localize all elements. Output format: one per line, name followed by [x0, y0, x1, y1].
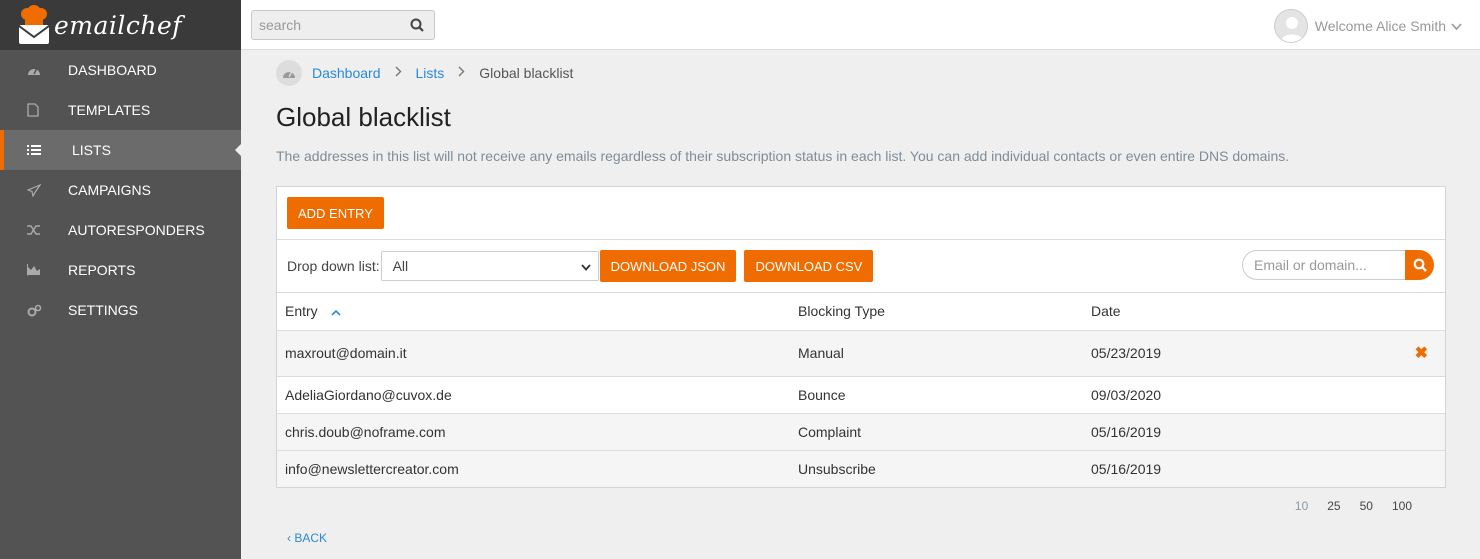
list-filter-select[interactable]: All — [380, 251, 599, 281]
sidebar-item-autoresponders[interactable]: AUTORESPONDERS — [0, 210, 241, 250]
cell-blocking-type: Unsubscribe — [790, 450, 1083, 487]
page-size-25[interactable]: 25 — [1327, 499, 1340, 513]
sort-ascending-icon[interactable] — [331, 303, 341, 319]
welcome-text: Welcome Alice Smith — [1314, 18, 1446, 34]
chevron-right-icon — [458, 66, 465, 80]
avatar — [1273, 9, 1308, 43]
panel-toolbar: Drop down list: All DOWNLOAD JSON DOWNLO… — [277, 240, 1445, 293]
page-description: The addresses in this list will not rece… — [276, 148, 1290, 164]
logo[interactable]: emailchef — [0, 0, 241, 50]
back-link[interactable]: ‹ BACK — [287, 531, 327, 545]
dashboard-home-icon[interactable] — [276, 60, 302, 86]
chevron-down-icon — [1451, 18, 1462, 34]
gears-icon — [0, 304, 68, 317]
back-label: BACK — [294, 531, 328, 545]
sidebar-item-campaigns[interactable]: CAMPAIGNS — [0, 170, 241, 210]
blacklist-panel: ADD ENTRY Drop down list: All DOWNLOAD J… — [276, 186, 1446, 488]
cell-actions — [1383, 413, 1445, 451]
sidebar-item-label: AUTORESPONDERS — [68, 222, 205, 238]
sidebar-item-label: DASHBOARD — [68, 62, 157, 78]
column-entry[interactable]: Entry — [277, 293, 790, 331]
page-size-selector: 10 25 50 100 — [1276, 499, 1412, 513]
sidebar-item-settings[interactable]: SETTINGS — [0, 290, 241, 330]
column-blocking-type[interactable]: Blocking Type — [790, 293, 1083, 331]
search-input[interactable] — [252, 11, 402, 39]
cell-actions — [1383, 450, 1445, 487]
cell-blocking-type: Complaint — [790, 413, 1083, 451]
column-actions — [1383, 293, 1445, 331]
cell-blocking-type: Manual — [790, 330, 1083, 377]
cell-date: 09/03/2020 — [1083, 376, 1383, 414]
logo-text: emailchef — [54, 10, 183, 40]
sidebar-item-label: SETTINGS — [68, 302, 139, 318]
sidebar-item-label: TEMPLATES — [68, 102, 151, 118]
delete-entry-icon[interactable]: ✖ — [1383, 330, 1445, 377]
cell-date: 05/23/2019 — [1083, 330, 1383, 377]
cell-actions — [1383, 376, 1445, 414]
sidebar: emailchef DASHBOARD TEMPLATES LISTS CAMP… — [0, 0, 241, 559]
email-domain-search-input[interactable] — [1242, 250, 1405, 280]
sidebar-item-reports[interactable]: REPORTS — [0, 250, 241, 290]
breadcrumb-current: Global blacklist — [479, 65, 574, 81]
sidebar-item-lists[interactable]: LISTS — [0, 130, 241, 170]
search-icon — [1413, 258, 1427, 272]
table-row[interactable]: maxrout@domain.it Manual 05/23/2019 ✖ — [277, 330, 1445, 377]
table-row[interactable]: AdeliaGiordano@cuvox.de Bounce 09/03/202… — [277, 376, 1445, 414]
table-header-row: Entry Blocking Type Date — [277, 293, 1445, 331]
list-icon — [4, 144, 72, 156]
shuffle-icon — [0, 224, 68, 236]
page-size-10[interactable]: 10 — [1295, 499, 1308, 513]
column-entry-label: Entry — [285, 303, 318, 320]
search-button[interactable] — [1405, 250, 1434, 280]
sidebar-item-dashboard[interactable]: DASHBOARD — [0, 50, 241, 90]
chevron-right-icon — [395, 66, 402, 80]
entry-filter — [1242, 250, 1434, 280]
file-icon — [0, 103, 68, 117]
cell-date: 05/16/2019 — [1083, 413, 1383, 451]
page-title: Global blacklist — [276, 102, 451, 132]
cell-date: 05/16/2019 — [1083, 450, 1383, 487]
paper-plane-icon — [0, 183, 68, 197]
column-date[interactable]: Date — [1083, 293, 1383, 331]
sidebar-item-templates[interactable]: TEMPLATES — [0, 90, 241, 130]
sidebar-item-label: CAMPAIGNS — [68, 182, 151, 198]
table-row[interactable]: info@newslettercreator.com Unsubscribe 0… — [277, 450, 1445, 487]
cell-entry: maxrout@domain.it — [277, 330, 790, 377]
blacklist-table: Entry Blocking Type Date maxrout@domain.… — [277, 293, 1445, 487]
dropdown-label: Drop down list: — [287, 258, 380, 274]
select-value: All — [392, 258, 409, 274]
cell-entry: info@newslettercreator.com — [277, 450, 790, 487]
global-search — [251, 10, 435, 40]
user-menu[interactable]: Welcome Alice Smith — [1273, 9, 1462, 43]
breadcrumb-lists-link[interactable]: Lists — [416, 65, 445, 81]
sidebar-item-label: LISTS — [72, 142, 111, 158]
dashboard-icon — [0, 64, 68, 76]
chevron-down-icon — [580, 258, 591, 274]
download-csv-button[interactable]: DOWNLOAD CSV — [744, 250, 874, 282]
page-size-100[interactable]: 100 — [1392, 499, 1412, 513]
sidebar-item-label: REPORTS — [68, 262, 136, 278]
breadcrumb: Dashboard Lists Global blacklist — [276, 60, 573, 86]
chef-hat-envelope-icon — [17, 5, 50, 45]
add-entry-button[interactable]: ADD ENTRY — [287, 197, 384, 229]
page-size-50[interactable]: 50 — [1360, 499, 1373, 513]
cell-entry: AdeliaGiordano@cuvox.de — [277, 376, 790, 414]
breadcrumb-dashboard-link[interactable]: Dashboard — [312, 65, 381, 81]
topbar: Welcome Alice Smith — [241, 0, 1480, 50]
table-row[interactable]: chris.doub@noframe.com Complaint 05/16/2… — [277, 413, 1445, 451]
cell-blocking-type: Bounce — [790, 376, 1083, 414]
area-chart-icon — [0, 264, 68, 276]
cell-entry: chris.doub@noframe.com — [277, 413, 790, 451]
panel-header: ADD ENTRY — [277, 187, 1445, 240]
download-json-button[interactable]: DOWNLOAD JSON — [599, 250, 737, 282]
search-icon[interactable] — [402, 11, 432, 39]
